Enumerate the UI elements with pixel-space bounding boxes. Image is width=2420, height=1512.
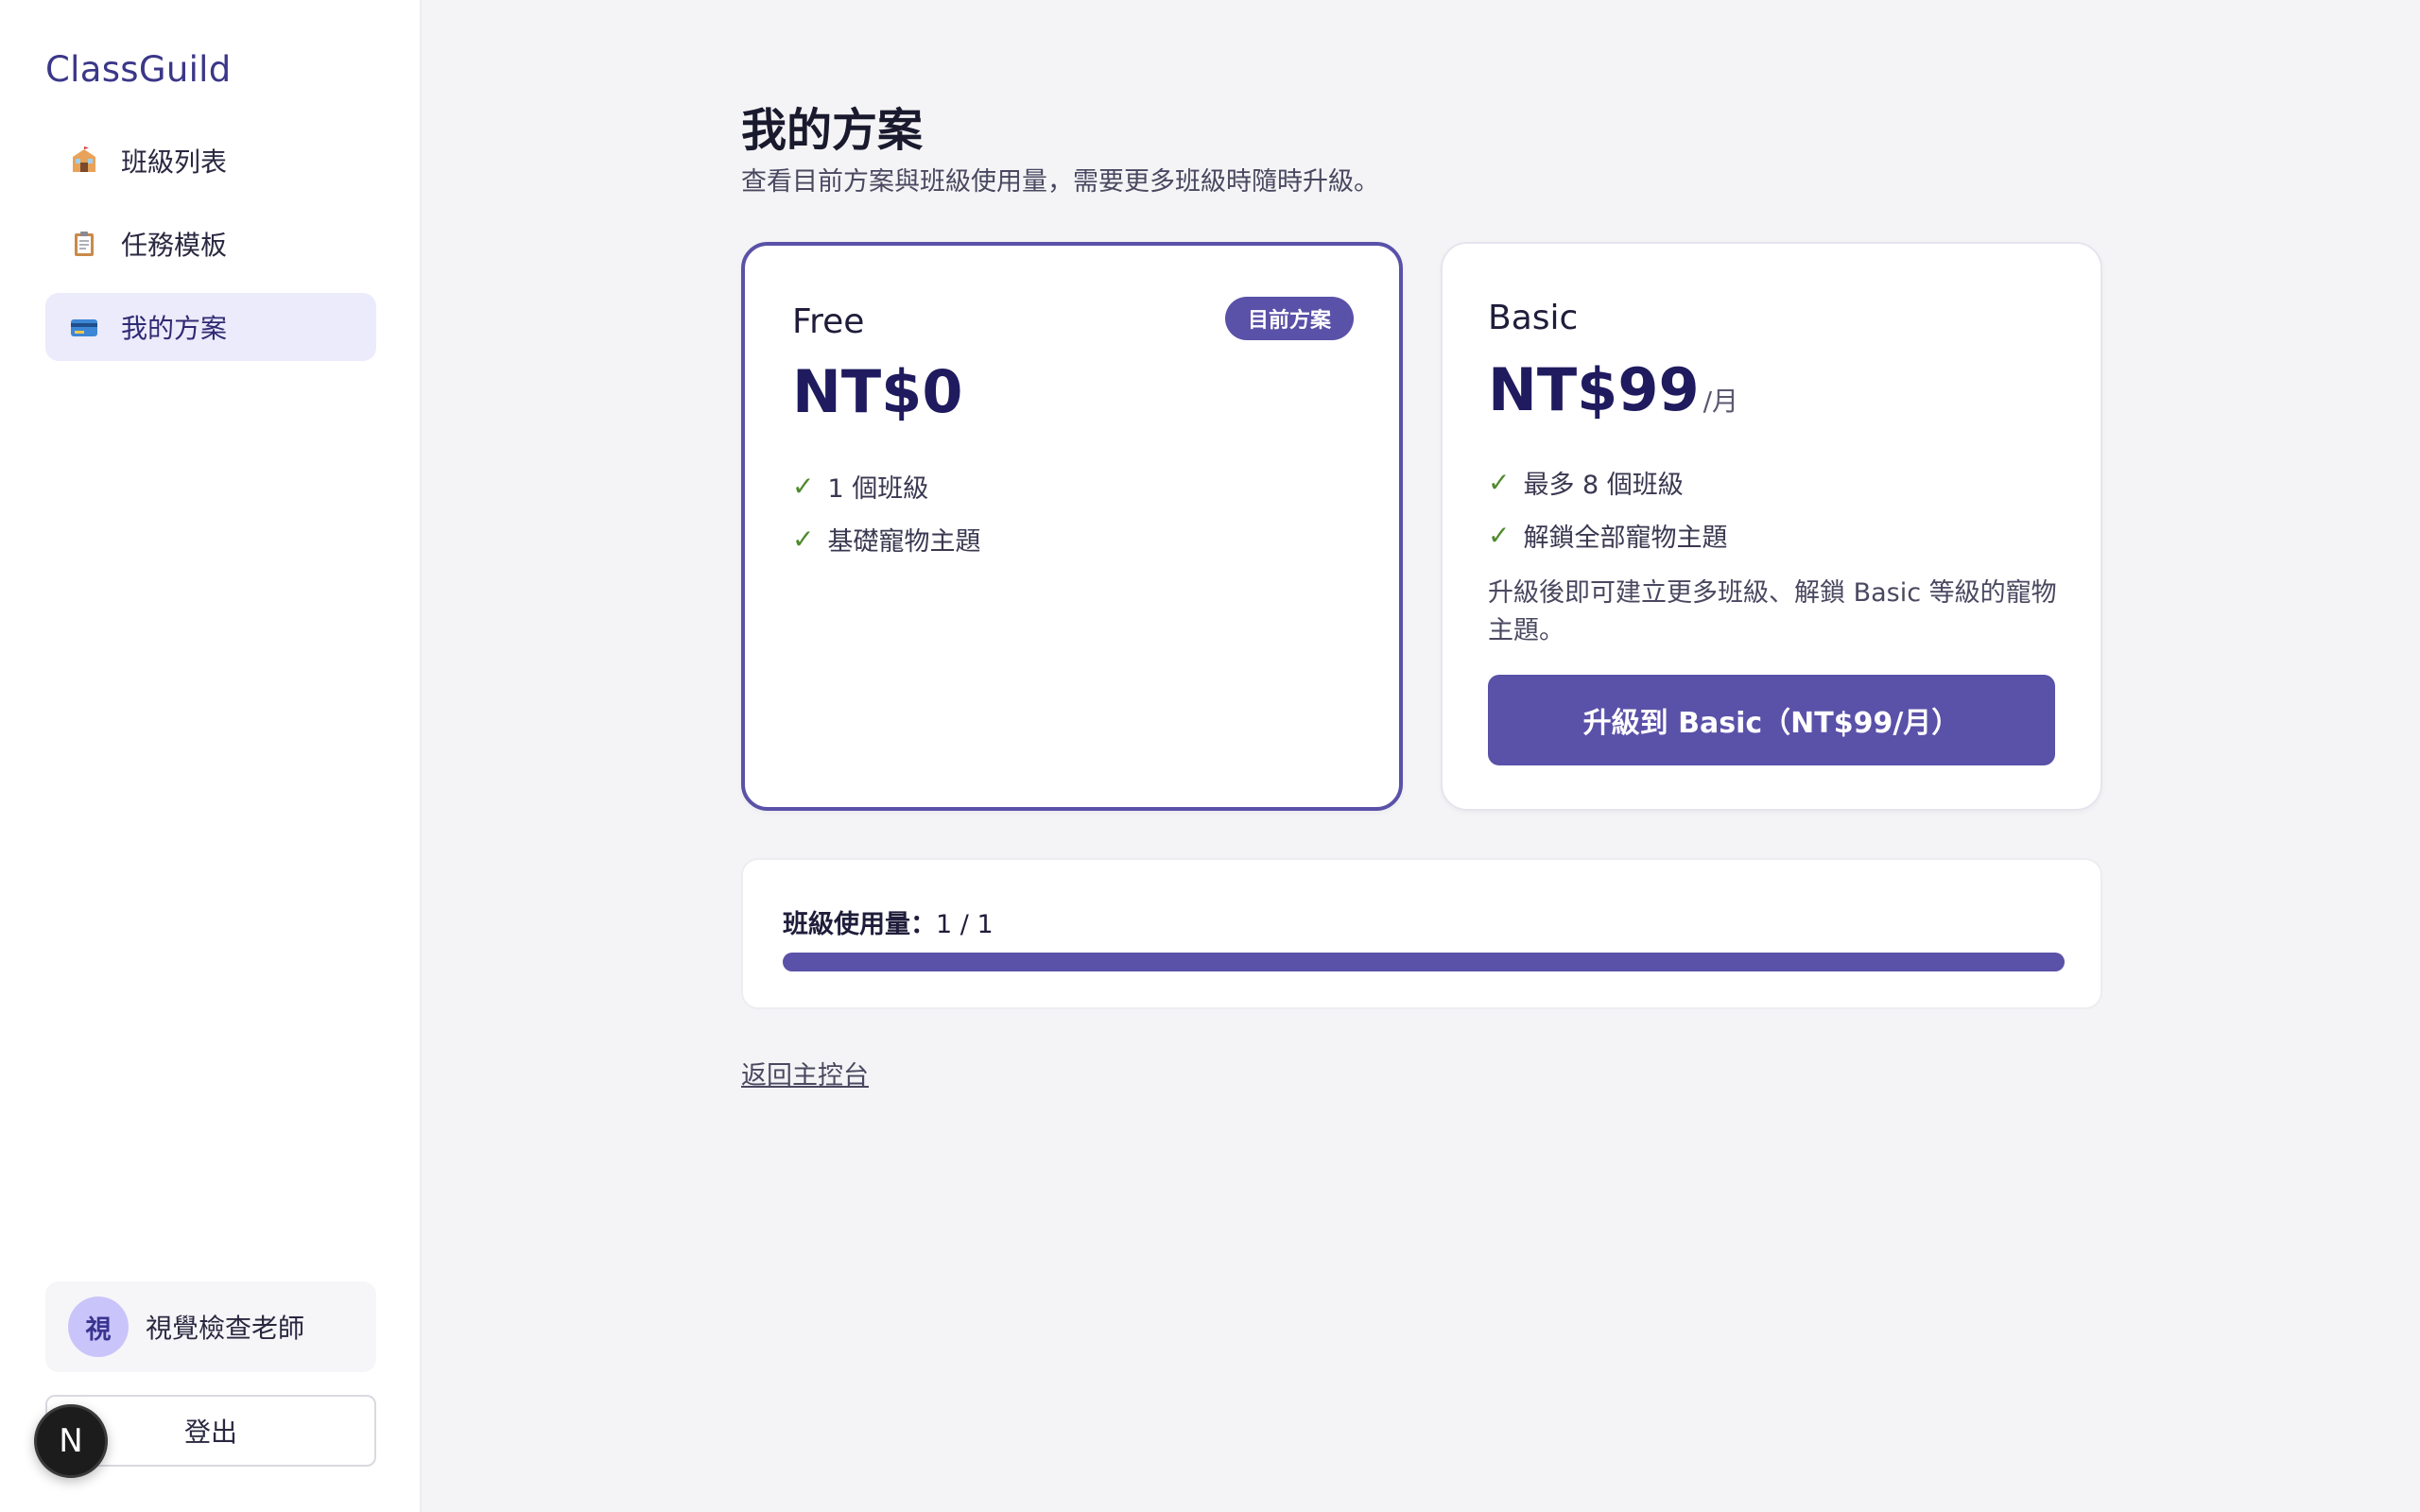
check-icon: ✓ xyxy=(1488,519,1511,551)
sidebar-nav: 班級列表 任務模板 我的方案 xyxy=(45,127,376,376)
price-amount: NT$0 xyxy=(792,357,963,426)
user-card: 視 視覺檢查老師 xyxy=(45,1281,376,1372)
feature-item: ✓ 解鎖全部寵物主題 xyxy=(1488,508,1727,561)
usage-label: 班級使用量：1 / 1 xyxy=(783,903,994,940)
credit-card-icon xyxy=(70,313,98,341)
sidebar-item-label: 任務模板 xyxy=(121,230,228,261)
usage-progress-track xyxy=(783,953,2065,971)
feature-list: ✓ 最多 8 個班級 ✓ 解鎖全部寵物主題 xyxy=(1488,455,1727,561)
upgrade-button[interactable]: 升級到 Basic（NT$99/月） xyxy=(1488,675,2055,765)
check-icon: ✓ xyxy=(792,523,815,555)
feature-text: 解鎖全部寵物主題 xyxy=(1523,523,1728,553)
page-title: 我的方案 xyxy=(741,104,924,157)
page-subtitle: 查看目前方案與班級使用量，需要更多班級時隨時升級。 xyxy=(741,167,1379,197)
plan-card-basic: Basic NT$99/月 ✓ 最多 8 個班級 ✓ 解鎖全部寵物主題 升級後即… xyxy=(1441,242,2102,811)
back-to-dashboard-link[interactable]: 返回主控台 xyxy=(741,1055,869,1091)
sidebar: ClassGuild 班級列表 任務模板 我的方案 視 視覺檢查老師 登出 xyxy=(0,0,422,1512)
usage-panel: 班級使用量：1 / 1 xyxy=(741,858,2102,1009)
plan-description: 升級後即可建立更多班級、解鎖 Basic 等級的寵物主題。 xyxy=(1488,578,2057,645)
sidebar-item-class-list[interactable]: 班級列表 xyxy=(45,127,376,195)
sidebar-item-label: 班級列表 xyxy=(121,146,228,178)
usage-title: 班級使用量： xyxy=(783,910,936,939)
price-unit: /月 xyxy=(1703,386,1739,417)
clipboard-icon xyxy=(70,230,98,258)
sidebar-item-task-templates[interactable]: 任務模板 xyxy=(45,210,376,278)
user-name: 視覺檢查老師 xyxy=(146,1313,305,1344)
plan-price: NT$99/月 xyxy=(1488,355,1738,424)
sidebar-item-my-plan[interactable]: 我的方案 xyxy=(45,293,376,361)
feature-item: ✓ 1 個班級 xyxy=(792,459,980,512)
plan-name: Free xyxy=(792,302,865,341)
feature-item: ✓ 基礎寵物主題 xyxy=(792,512,980,565)
plan-name: Basic xyxy=(1488,299,1579,337)
usage-value: 1 / 1 xyxy=(936,910,994,939)
feature-item: ✓ 最多 8 個班級 xyxy=(1488,455,1727,508)
feature-text: 基礎寵物主題 xyxy=(827,526,981,557)
sidebar-item-label: 我的方案 xyxy=(121,313,228,344)
price-amount: NT$99 xyxy=(1488,355,1700,424)
plan-card-free: Free 目前方案 NT$0 ✓ 1 個班級 ✓ 基礎寵物主題 xyxy=(741,242,1403,811)
feature-list: ✓ 1 個班級 ✓ 基礎寵物主題 xyxy=(792,459,980,565)
usage-progress-fill xyxy=(783,953,2065,971)
current-plan-badge: 目前方案 xyxy=(1224,297,1354,340)
check-icon: ✓ xyxy=(1488,466,1511,498)
check-icon: ✓ xyxy=(792,470,815,502)
plan-price: NT$0 xyxy=(792,357,962,426)
dev-tools-badge[interactable]: N xyxy=(34,1404,108,1478)
feature-text: 1 個班級 xyxy=(827,473,929,504)
avatar: 視 xyxy=(68,1297,129,1357)
feature-text: 最多 8 個班級 xyxy=(1523,470,1684,500)
school-icon xyxy=(70,146,98,175)
brand-logo[interactable]: ClassGuild xyxy=(45,49,232,90)
